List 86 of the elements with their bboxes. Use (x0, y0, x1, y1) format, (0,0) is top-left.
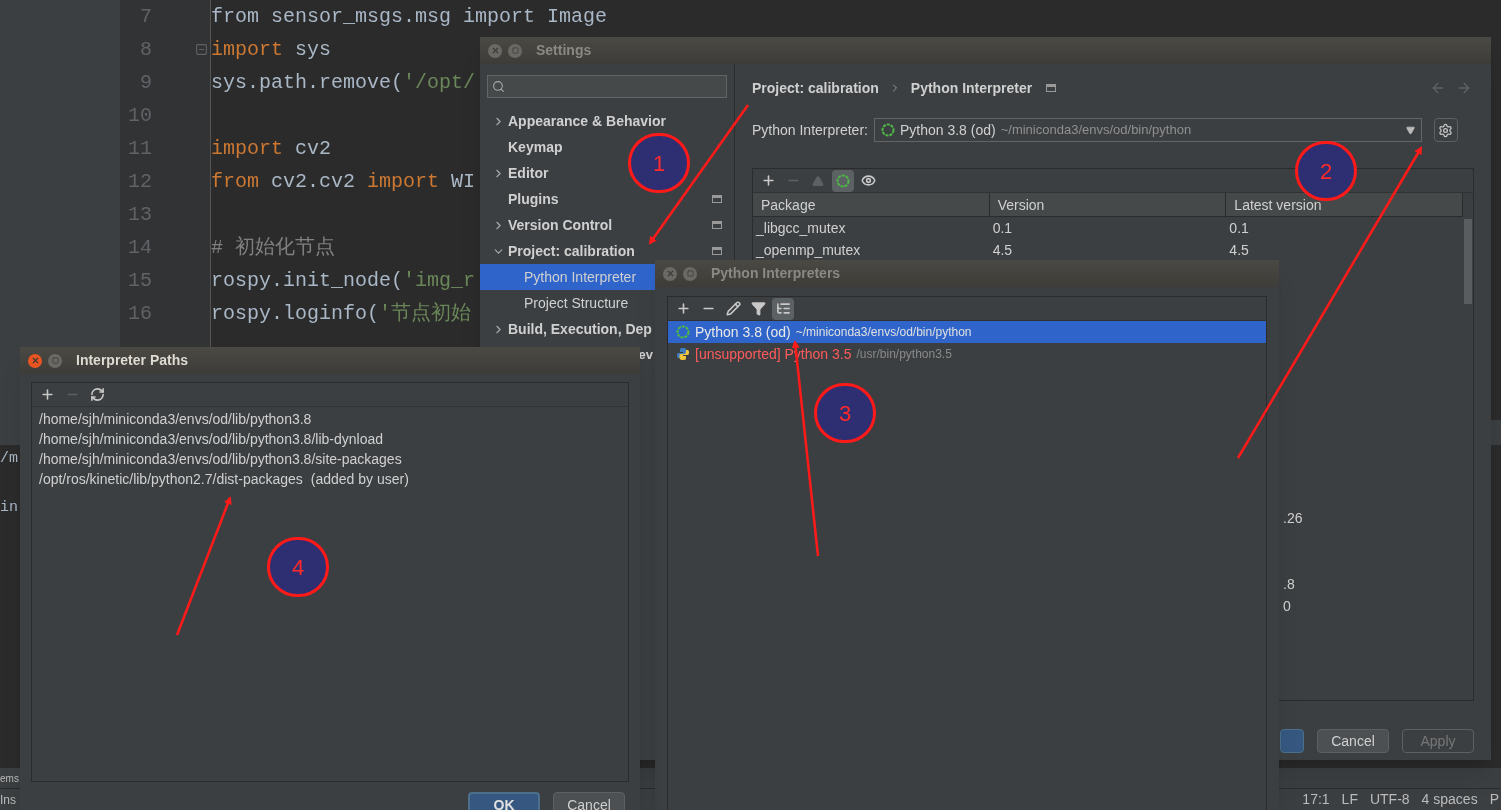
table-cell-text: _openmp_mutex (754, 241, 862, 260)
fold-icon[interactable] (195, 43, 208, 56)
table-cell-text: .8 (1283, 575, 1295, 594)
code-line: from sensor_msgs.msg import Image (211, 3, 608, 30)
close-button[interactable] (663, 266, 677, 281)
status-item[interactable]: LF (1341, 789, 1358, 810)
maximize-button[interactable] (683, 266, 697, 281)
path-item[interactable]: /opt/ros/kinetic/lib/python2.7/dist-packages (added by user) (32, 469, 628, 489)
project-icon (712, 221, 722, 229)
interpreter-item[interactable]: Python 3.8 (od) ~/miniconda3/envs/od/bin/python (668, 321, 1266, 343)
code-line: import cv2 (211, 135, 332, 162)
tool-window-text: ems (0, 771, 19, 786)
path-item[interactable]: /home/sjh/miniconda3/envs/od/lib/python3.8 (32, 409, 628, 429)
sidebar-item[interactable]: Build, Execution, Dep (480, 316, 656, 342)
sidebar-item[interactable]: Keymap (480, 134, 567, 160)
table-cell-text: 0.1 (1228, 219, 1250, 238)
console-text: /m (0, 451, 18, 466)
status-item[interactable]: 4 spaces (1421, 789, 1478, 810)
column-header[interactable]: Package (753, 193, 990, 216)
dialog-button[interactable]: OK (468, 792, 540, 810)
window-title: Settings (536, 41, 592, 60)
table-cell-text: 4.5 (1228, 241, 1250, 260)
sidebar-item[interactable]: Appearance & Behavior (480, 108, 670, 134)
code-line: rospy.init_node('img_r (211, 267, 476, 294)
table-cell-text: .26 (1283, 509, 1303, 528)
window-title: Interpreter Paths (76, 351, 189, 370)
add-icon[interactable] (760, 173, 776, 188)
search-field[interactable] (487, 75, 727, 98)
column-header[interactable]: Version (989, 193, 1227, 216)
dialog-button[interactable]: Cancel (553, 792, 625, 810)
maximize-button[interactable] (48, 353, 62, 368)
reload-icon[interactable] (89, 387, 105, 402)
field-label: Python Interpreter: (752, 120, 868, 140)
python-logo-icon (676, 347, 690, 361)
breadcrumb-item: Project: calibration (752, 78, 879, 98)
status-item[interactable]: 17:1 (1302, 789, 1330, 810)
sidebar-item[interactable]: Editor (480, 160, 553, 186)
maximize-icon (686, 270, 694, 277)
table-cell-text: _libgcc_mutex (754, 219, 847, 238)
ring-icon (836, 173, 850, 188)
close-button[interactable] (28, 353, 42, 368)
code-line: import sys (211, 36, 332, 63)
add-icon[interactable] (675, 301, 691, 316)
code-line: # 初始化节点 (211, 234, 335, 261)
project-icon (1046, 84, 1057, 92)
scrollbar[interactable] (1464, 219, 1472, 304)
maximize-icon (51, 357, 59, 364)
console-text: in (0, 500, 18, 515)
project-icon (712, 195, 722, 203)
ring-icon (880, 123, 895, 137)
gear-icon (1438, 122, 1454, 138)
breadcrumb-item: Python Interpreter (910, 78, 1033, 98)
add-icon[interactable] (39, 387, 55, 402)
ring-icon (676, 325, 690, 339)
maximize-button[interactable] (508, 43, 522, 58)
sidebar-item[interactable]: Python Interpreter (480, 264, 655, 290)
status-item[interactable]: UTF-8 (1369, 789, 1410, 810)
table-cell-text: 0 (1283, 597, 1291, 616)
code-line: rospy.loginfo('节点初始 (211, 300, 472, 327)
settings-button[interactable] (1433, 118, 1458, 142)
table-cell-text: 4.5 (991, 241, 1014, 260)
dialog-button[interactable]: Cancel (1317, 729, 1389, 753)
filter-icon[interactable] (750, 301, 766, 316)
path-item[interactable]: /home/sjh/miniconda3/envs/od/lib/python3.8/lib-dynload (32, 429, 628, 449)
table-cell-text: 0.1 (991, 219, 1014, 238)
close-icon (665, 269, 675, 278)
sidebar-item[interactable]: Version Control (480, 212, 734, 238)
tree-icon[interactable] (775, 301, 791, 316)
window-title: Python Interpreters (711, 264, 841, 283)
code-line: from cv2.cv2 import WI (211, 168, 476, 195)
sidebar-item[interactable]: Project: calibration (480, 238, 734, 264)
close-icon (30, 356, 40, 365)
sidebar-item[interactable]: Project Structure (480, 290, 655, 316)
path-item[interactable]: /home/sjh/miniconda3/envs/od/lib/python3.8/site-packages (32, 449, 628, 469)
code-line: sys.path.remove('/opt/ (211, 69, 476, 96)
status-item[interactable]: P (1489, 789, 1499, 810)
interpreter-dropdown[interactable]: Python 3.8 (od) ~/miniconda3/envs/od/bin/python (873, 118, 1422, 142)
search-icon (492, 80, 505, 93)
eye-icon[interactable] (860, 173, 876, 188)
project-icon (712, 247, 722, 255)
status-text: Ins (0, 791, 16, 809)
maximize-icon (511, 47, 519, 54)
pencil-icon[interactable] (725, 301, 741, 316)
close-button[interactable] (488, 43, 502, 58)
close-icon (490, 46, 500, 55)
caret-icon (1405, 125, 1415, 135)
